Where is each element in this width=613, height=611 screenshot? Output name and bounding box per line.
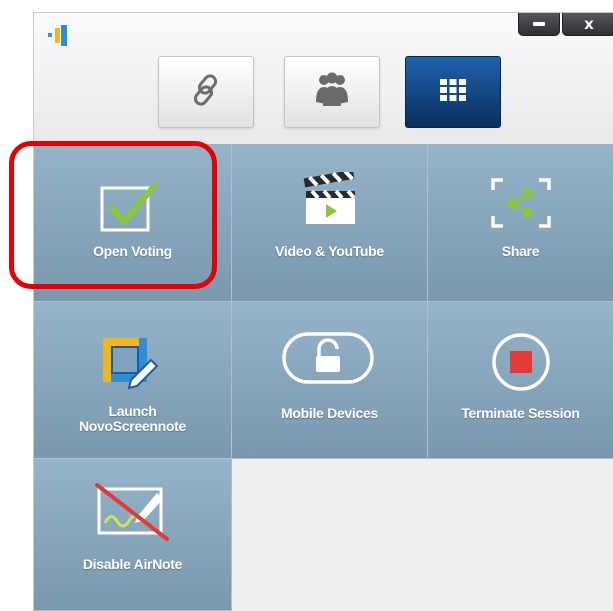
video-youtube-label: Video & YouTube: [275, 243, 384, 259]
screennote-icon: [101, 336, 159, 397]
people-icon: [312, 72, 352, 113]
clapperboard-icon: [303, 169, 357, 231]
disable-airnote-tile[interactable]: Disable AirNote: [34, 459, 232, 611]
launch-screennote-tile[interactable]: Launch NovoScreennote: [34, 302, 232, 459]
share-icon: [491, 178, 551, 233]
highlight-outline: [9, 141, 217, 289]
airnote-disabled-icon: [91, 481, 173, 548]
launch-label-line1: Launch: [108, 403, 157, 419]
terminate-session-tile[interactable]: Terminate Session: [428, 302, 613, 459]
apps-mode-button[interactable]: [405, 56, 501, 128]
grid-icon: [440, 78, 466, 106]
titlebar: x: [34, 13, 613, 145]
mobile-devices-tile[interactable]: Mobile Devices: [232, 302, 428, 459]
close-icon: x: [584, 15, 594, 33]
launch-screennote-label: Launch NovoScreennote: [34, 404, 231, 434]
terminate-session-label: Terminate Session: [461, 405, 580, 421]
participants-mode-button[interactable]: [284, 56, 380, 128]
minimize-button[interactable]: [518, 13, 560, 36]
novo-logo-icon: [47, 24, 69, 48]
video-youtube-tile[interactable]: Video & YouTube: [232, 144, 428, 302]
launch-label-line2: NovoScreennote: [78, 418, 187, 434]
link-icon: [188, 72, 224, 113]
app-window: x Open Voting Video & YouTube Share Laun…: [33, 12, 613, 611]
share-label: Share: [501, 243, 540, 259]
link-mode-button[interactable]: [158, 56, 254, 128]
disable-airnote-label: Disable AirNote: [82, 556, 183, 572]
unlock-icon: [282, 332, 374, 389]
stop-icon: [491, 332, 551, 397]
close-button[interactable]: x: [562, 13, 613, 36]
minimize-icon: [533, 22, 545, 26]
mobile-devices-label: Mobile Devices: [281, 405, 378, 421]
share-tile[interactable]: Share: [428, 144, 613, 302]
